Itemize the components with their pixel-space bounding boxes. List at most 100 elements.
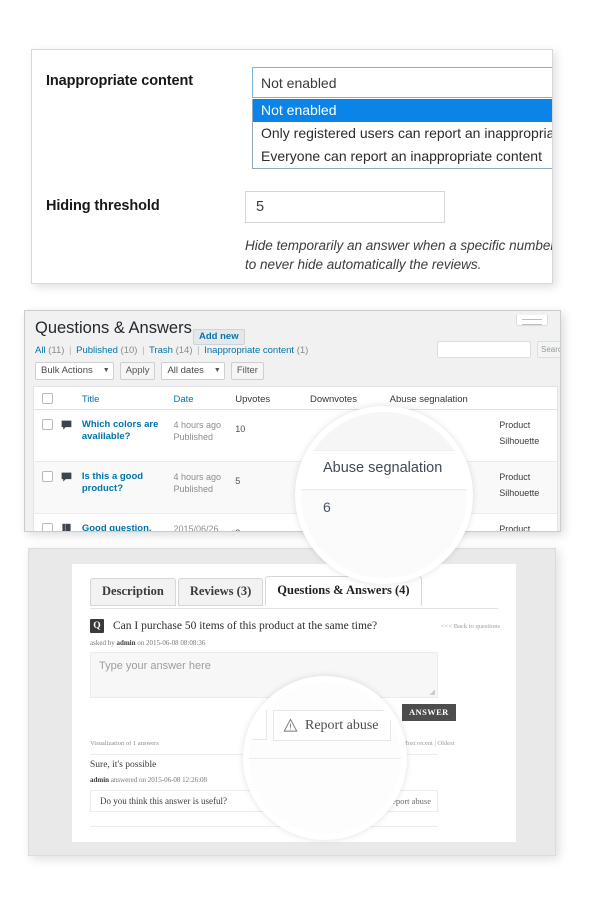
- row-checkbox[interactable]: [42, 471, 53, 482]
- inappropriate-content-select[interactable]: Not enabled: [252, 67, 552, 98]
- search-button[interactable]: Search: [537, 341, 560, 358]
- filter-link-trash[interactable]: Trash: [149, 345, 173, 356]
- answer-author: admin: [90, 776, 110, 784]
- column-header-date[interactable]: Date: [174, 394, 194, 405]
- screenshot-root: Inappropriate content Not enabled Not en…: [0, 0, 600, 913]
- tab-divider: [90, 608, 498, 609]
- asked-user: admin: [116, 639, 136, 647]
- row-upvotes: 2: [235, 528, 240, 531]
- date-filter-value: All dates: [167, 365, 204, 376]
- select-all-checkbox[interactable]: [42, 392, 53, 404]
- row-product-label: Product: [499, 420, 531, 430]
- separator: |: [142, 345, 145, 356]
- table-row[interactable]: Which colors are avalilable? 4 hours ago…: [34, 410, 557, 462]
- answers-sort-links[interactable]: Most recent | Oldest: [402, 740, 454, 747]
- inappropriate-content-label: Inappropriate content: [46, 73, 193, 89]
- column-header-downvotes: Downvotes: [309, 394, 357, 405]
- separator: |: [69, 345, 72, 356]
- filter-count-all: (11): [48, 345, 65, 356]
- magnified-divider: [249, 758, 401, 759]
- back-to-questions-link[interactable]: <<< Back to questions: [441, 623, 500, 630]
- page-title: Questions & Answers: [35, 319, 192, 337]
- filter-count-trash: (14): [175, 345, 193, 356]
- help-line-2: to never hide automatically the reviews.: [245, 257, 482, 272]
- hiding-threshold-input[interactable]: 5: [245, 191, 445, 223]
- row-checkbox-cell[interactable]: [34, 410, 60, 461]
- row-date: 4 hours ago: [173, 420, 222, 430]
- table-nav-controls: Bulk Actions ▼ Apply All dates ▼ Filter: [35, 362, 264, 380]
- filter-button[interactable]: Filter: [230, 362, 264, 380]
- search-input[interactable]: [437, 341, 531, 358]
- row-product-label: Product: [499, 524, 531, 532]
- dropdown-option-everyone[interactable]: Everyone can report an inappropriate con…: [253, 145, 552, 168]
- status-filter-links: All (11) | Published (10) | Trash (14) |…: [35, 345, 308, 356]
- filter-count-inappropriate: (1): [296, 345, 309, 356]
- row-checkbox-cell[interactable]: [34, 462, 60, 513]
- hiding-threshold-value: 5: [256, 199, 265, 215]
- row-date: 2015/06/26: [173, 524, 219, 532]
- bulk-actions-select[interactable]: Bulk Actions ▼: [35, 362, 114, 380]
- answer-text: Sure, it's possible: [90, 760, 157, 770]
- chevron-down-icon: ▼: [102, 367, 110, 374]
- row-product-link[interactable]: Silhouette: [499, 488, 539, 498]
- hiding-threshold-help-text: Hide temporarily an answer when a specif…: [245, 236, 553, 274]
- question-row: Q Can I purchase 50 items of this produc…: [90, 619, 500, 633]
- answer-submit-button[interactable]: ANSWER: [402, 704, 456, 721]
- hiding-threshold-label: Hiding threshold: [46, 198, 160, 214]
- row-upvotes: 5: [235, 476, 241, 486]
- inappropriate-content-select-value: Not enabled: [261, 74, 337, 91]
- comment-icon: [60, 410, 82, 461]
- row-upvotes: 10: [235, 424, 246, 434]
- magnifier-abuse-column: Abuse segnalation 6: [295, 406, 473, 584]
- magnifier-report-abuse: Report abuse: [243, 676, 407, 840]
- answer-meta: admin answered on 2015-06-08 12:26:08: [90, 776, 207, 784]
- add-new-button[interactable]: Add new: [193, 329, 245, 345]
- magnified-report-abuse-button[interactable]: Report abuse: [273, 710, 391, 741]
- settings-panel: Inappropriate content Not enabled Not en…: [31, 49, 553, 284]
- resize-handle-icon[interactable]: ◢: [430, 688, 435, 696]
- dropdown-option-registered-users[interactable]: Only registered users can report an inap…: [253, 122, 552, 145]
- warning-triangle-icon: [283, 718, 298, 732]
- answers-count-label: Visualization of 1 answers: [90, 740, 159, 747]
- asked-prefix: asked by: [90, 639, 115, 647]
- screen-options-tab-icon[interactable]: [516, 315, 548, 326]
- magnified-column-header: Abuse segnalation: [323, 460, 443, 476]
- asked-suffix: on 2015-06-08 08:08:36: [137, 639, 206, 647]
- filter-link-inappropriate[interactable]: Inappropriate content: [204, 345, 294, 356]
- row-product-link[interactable]: Silhouette: [499, 436, 539, 446]
- question-meta: asked by admin on 2015-06-08 08:08:36: [90, 639, 205, 647]
- chevron-down-icon: ▼: [213, 367, 221, 374]
- admin-questions-answers-panel: Questions & Answers Add new All (11) | P…: [24, 310, 561, 532]
- row-status: Published: [173, 484, 214, 494]
- row-status: Published: [173, 432, 214, 442]
- separator: |: [197, 345, 200, 356]
- select-all-checkbox-cell[interactable]: [34, 392, 60, 404]
- question-badge: Q: [90, 619, 104, 633]
- dropdown-option-not-enabled[interactable]: Not enabled: [253, 99, 552, 122]
- tab-description[interactable]: Description: [90, 578, 176, 606]
- column-header-upvotes: Upvotes: [235, 394, 271, 405]
- column-header-abuse-segnalation: Abuse segnalation: [389, 394, 468, 405]
- row-title-link[interactable]: Good question, someone answers?: [82, 523, 174, 531]
- row-title-link[interactable]: Which colors are avalilable?: [82, 419, 174, 443]
- date-filter-select[interactable]: All dates ▼: [161, 362, 225, 380]
- row-checkbox[interactable]: [42, 523, 53, 531]
- question-text: Can I purchase 50 items of this product …: [113, 620, 378, 632]
- column-header-title[interactable]: Title: [82, 394, 100, 405]
- table-header-row: Title Date Upvotes Downvotes Abuse segna…: [34, 387, 557, 410]
- answer-meta-suffix: answered on 2015-06-08 12:26:08: [110, 776, 208, 784]
- apply-button[interactable]: Apply: [119, 362, 156, 380]
- help-line-1: Hide temporarily an answer when a specif…: [245, 238, 553, 253]
- row-date: 4 hours ago: [173, 472, 222, 482]
- tab-reviews[interactable]: Reviews (3): [177, 578, 264, 606]
- filter-link-all[interactable]: All: [35, 345, 46, 356]
- row-title-link[interactable]: Is this a good product?: [82, 471, 174, 495]
- inappropriate-content-dropdown-list[interactable]: Not enabled Only registered users can re…: [252, 99, 552, 169]
- table-row[interactable]: Good question, someone answers? 2015/06/…: [34, 514, 557, 532]
- magnified-report-abuse-label: Report abuse: [305, 717, 379, 733]
- row-checkbox-cell[interactable]: [34, 514, 60, 531]
- useful-question-label: Do you think this answer is useful?: [100, 796, 227, 806]
- answer-textarea-placeholder: Type your answer here: [99, 660, 211, 672]
- filter-link-published[interactable]: Published: [76, 345, 118, 356]
- row-checkbox[interactable]: [42, 419, 53, 430]
